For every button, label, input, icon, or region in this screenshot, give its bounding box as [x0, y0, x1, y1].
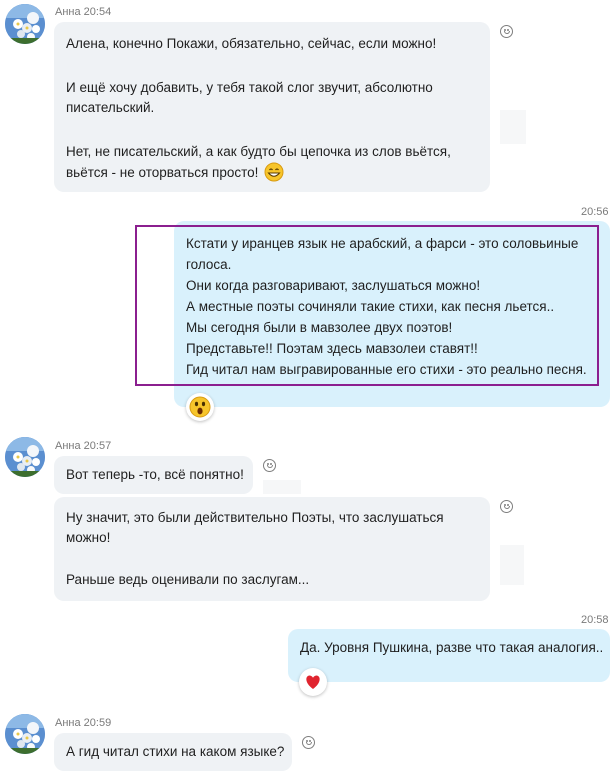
timestamp: 20:56: [581, 206, 609, 218]
message-text: Ну значит, это были действительно Поэты,…: [66, 510, 444, 525]
message-bubble-outgoing[interactable]: Да. Уровня Пушкина, разве что такая анал…: [288, 629, 610, 682]
message-bubble-incoming[interactable]: Ну значит, это были действительно Поэты,…: [54, 497, 490, 601]
sender-name: Анна: [55, 440, 81, 452]
add-reaction-icon[interactable]: [500, 500, 513, 513]
message-text: голоса.: [186, 257, 232, 272]
message-text: И ещё хочу добавить, у тебя такой слог з…: [66, 80, 433, 95]
avatar-flowers-image: [5, 4, 45, 44]
message-text: Гид читал нам выгравированные его стихи …: [186, 362, 587, 377]
timestamp: 20:58: [581, 614, 609, 626]
message-text: А гид читал стихи на каком языке?: [66, 744, 285, 759]
surprised-emoji: [189, 396, 211, 418]
sender-name: Анна: [55, 6, 81, 18]
message-text: Алена, конечно Покажи, обязательно, сейч…: [66, 36, 437, 51]
message-bubble-incoming[interactable]: Вот теперь -то, всё понятно!: [54, 456, 253, 494]
add-reaction-icon[interactable]: [302, 736, 315, 749]
message-text: Кстати у иранцев язык не арабский, а фар…: [186, 236, 579, 251]
sender-name: Анна: [55, 717, 81, 729]
message-text-segment: вьётся - не оторваться просто!: [66, 165, 259, 180]
message-text: Нет, не писательский, а как будто бы цеп…: [66, 144, 451, 159]
message-text: Мы сегодня были в мавзолее двух поэтов!: [186, 320, 453, 335]
message-meta: Анна 20:54: [55, 6, 111, 18]
message-meta: Анна 20:59: [55, 717, 111, 729]
message-text: [66, 54, 478, 74]
bubble-overlay: [500, 110, 526, 144]
message-bubble-incoming[interactable]: А гид читал стихи на каком языке?: [54, 733, 292, 771]
bubble-overlay: [263, 480, 301, 494]
message-bubble-incoming[interactable]: Алена, конечно Покажи, обязательно, сейч…: [54, 22, 490, 192]
bubble-overlay: [500, 545, 524, 585]
message-text: [66, 118, 478, 138]
avatar[interactable]: [5, 714, 45, 754]
message-text: вьётся - не оторваться просто!: [66, 162, 478, 183]
grin-emoji: [264, 162, 284, 182]
message-text: А местные поэты сочиняли такие стихи, ка…: [186, 299, 555, 314]
message-text: Вот теперь -то, всё понятно!: [66, 467, 244, 482]
add-reaction-icon[interactable]: [263, 459, 276, 472]
timestamp: 20:57: [83, 440, 112, 452]
reaction-badge[interactable]: [186, 393, 214, 421]
message-text: писательский.: [66, 100, 155, 115]
message-text: Они когда разговаривают, заслушаться мож…: [186, 278, 481, 293]
message-text-block: Кстати у иранцев язык не арабский, а фар…: [186, 233, 587, 380]
avatar-flowers-image: [5, 714, 45, 754]
timestamp: 20:54: [83, 6, 112, 18]
avatar-flowers-image: [5, 437, 45, 477]
message-meta: Анна 20:57: [55, 440, 111, 452]
avatar[interactable]: [5, 437, 45, 477]
heart-emoji: [306, 675, 320, 689]
message-text: можно!: [66, 530, 111, 545]
timestamp: 20:59: [83, 717, 112, 729]
reaction-badge[interactable]: [299, 668, 327, 696]
message-text: Представьте!! Поэтам здесь мавзолеи став…: [186, 341, 478, 356]
message-text: Раньше ведь оценивали по заслугам...: [66, 572, 310, 587]
avatar[interactable]: [5, 4, 45, 44]
message-text: Да. Уровня Пушкина, разве что такая анал…: [300, 640, 604, 655]
add-reaction-icon[interactable]: [500, 25, 513, 38]
message-text: [66, 548, 478, 568]
